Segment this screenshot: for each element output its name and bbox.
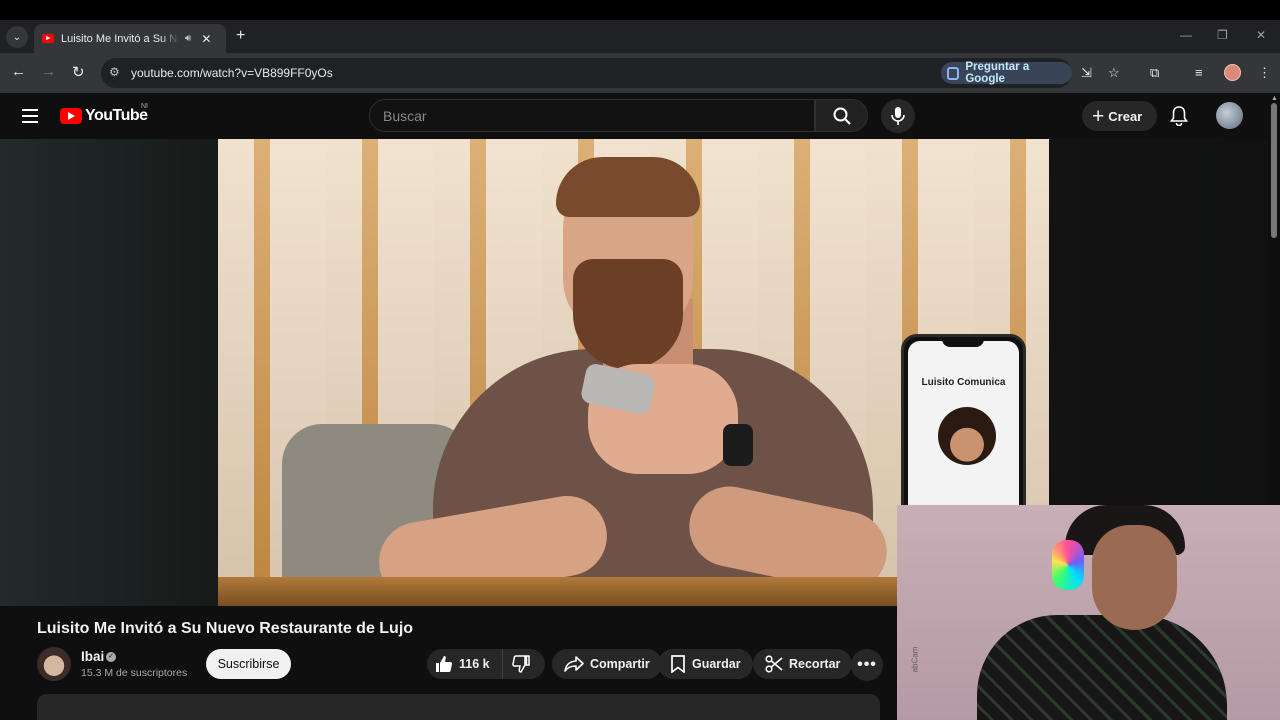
like-dislike-group: 116 k bbox=[427, 649, 545, 679]
create-label: Crear bbox=[1108, 108, 1143, 124]
tab-close-icon[interactable]: ✕ bbox=[201, 32, 211, 46]
search-box bbox=[369, 99, 815, 132]
video-title: Luisito Me Invitó a Su Nuevo Restaurante… bbox=[37, 620, 414, 637]
youtube-logo-text: YouTube bbox=[85, 107, 148, 124]
window-close-icon[interactable]: ✕ bbox=[1256, 28, 1266, 42]
minimize-icon[interactable]: — bbox=[1180, 28, 1192, 42]
site-info-icon[interactable]: ⚙ bbox=[109, 65, 120, 79]
like-button[interactable]: 116 k bbox=[427, 649, 503, 679]
channel-avatar[interactable] bbox=[37, 647, 71, 681]
subscribe-button[interactable]: Suscribirse bbox=[206, 649, 291, 679]
video-info-section: Luisito Me Invitó a Su Nuevo Restaurante… bbox=[0, 606, 897, 720]
browser-tab-strip: ⌄ Luisito Me Invitó a Su Nuevo Restauran… bbox=[0, 20, 1280, 53]
address-bar[interactable]: ⚙ youtube.com/watch?v=VB899FF0yOs Pregun… bbox=[101, 58, 1120, 88]
caller-avatar bbox=[938, 407, 996, 465]
microphone-icon bbox=[891, 107, 905, 125]
url-text[interactable]: youtube.com/watch?v=VB899FF0yOs bbox=[131, 66, 333, 80]
scissors-icon bbox=[765, 655, 783, 673]
webcam-watermark: abCam bbox=[910, 646, 920, 673]
screen-top-border bbox=[0, 0, 1280, 20]
forward-arrow-icon[interactable]: → bbox=[41, 63, 56, 80]
youtube-header: YouTube NI + Crear bbox=[0, 93, 1268, 139]
share-label: Compartir bbox=[590, 657, 650, 671]
rgb-headset-icon bbox=[1052, 540, 1084, 590]
voice-search-button[interactable] bbox=[881, 99, 915, 133]
description-box[interactable] bbox=[37, 694, 880, 720]
caller-name: Luisito Comunica bbox=[921, 377, 1006, 388]
save-button[interactable]: Guardar bbox=[658, 649, 753, 679]
thumbs-up-icon bbox=[436, 656, 453, 672]
streamer-face bbox=[1092, 525, 1177, 630]
country-code: NI bbox=[141, 103, 148, 110]
subscriber-count: 15.3 M de suscriptores bbox=[81, 667, 188, 679]
account-avatar[interactable] bbox=[1216, 102, 1243, 129]
browser-tab-active[interactable]: Luisito Me Invitó a Su Nuevo Restaurante… bbox=[34, 24, 226, 53]
share-button[interactable]: Compartir bbox=[552, 649, 662, 679]
webcam-overlay: abCam bbox=[897, 505, 1280, 720]
youtube-logo[interactable]: YouTube NI bbox=[60, 103, 148, 125]
tab-search-chevron-icon[interactable]: ⌄ bbox=[6, 26, 28, 48]
plus-icon: + bbox=[1092, 104, 1105, 128]
search-input[interactable] bbox=[370, 100, 814, 131]
extensions-icon[interactable]: ⧉ bbox=[1150, 65, 1159, 81]
speaker-icon[interactable]: 🔊︎ bbox=[185, 33, 191, 44]
search-button[interactable] bbox=[815, 99, 868, 132]
ask-google-label: Preguntar a Google bbox=[965, 61, 1030, 85]
clip-label: Recortar bbox=[789, 657, 841, 671]
media-queue-icon[interactable]: ≡ bbox=[1195, 65, 1203, 80]
clip-button[interactable]: Recortar bbox=[753, 649, 853, 679]
dislike-button[interactable] bbox=[503, 649, 545, 679]
save-label: Guardar bbox=[692, 657, 741, 671]
profile-avatar[interactable] bbox=[1224, 64, 1241, 81]
youtube-favicon-icon bbox=[42, 34, 54, 43]
scroll-up-icon[interactable]: ▲ bbox=[1271, 95, 1278, 102]
thumbs-down-icon bbox=[512, 655, 530, 673]
ask-google-button[interactable]: Preguntar a Google bbox=[941, 61, 1072, 85]
restore-icon[interactable]: ❐ bbox=[1217, 28, 1228, 42]
verified-check-icon: ✓ bbox=[106, 652, 116, 662]
more-actions-icon[interactable]: ••• bbox=[851, 649, 883, 681]
install-app-icon[interactable]: ⇲ bbox=[1081, 65, 1092, 81]
like-count: 116 k bbox=[459, 657, 490, 671]
notifications-bell-icon[interactable] bbox=[1170, 106, 1188, 131]
back-arrow-icon[interactable]: ← bbox=[11, 63, 26, 80]
scrollbar-thumb[interactable] bbox=[1271, 103, 1277, 238]
lens-icon bbox=[947, 66, 960, 80]
browser-toolbar: ← → ↻ ⚙ youtube.com/watch?v=VB899FF0yOs … bbox=[0, 53, 1280, 93]
bookmark-star-icon[interactable]: ☆ bbox=[1108, 65, 1120, 81]
share-arrow-icon bbox=[564, 656, 584, 672]
browser-menu-icon[interactable]: ⋮ bbox=[1258, 65, 1271, 81]
menu-hamburger-icon[interactable] bbox=[22, 109, 38, 127]
tab-title: Luisito Me Invitó a Su Nuevo Restaurante… bbox=[61, 32, 179, 45]
smartwatch bbox=[723, 424, 753, 466]
new-tab-plus-icon[interactable]: + bbox=[236, 27, 245, 45]
channel-name[interactable]: Ibai bbox=[81, 649, 104, 664]
search-icon bbox=[833, 107, 851, 125]
bookmark-icon bbox=[671, 655, 685, 673]
youtube-play-logo-icon bbox=[60, 108, 82, 124]
streamer-shirt bbox=[977, 615, 1227, 720]
reload-icon[interactable]: ↻ bbox=[72, 63, 85, 81]
create-button[interactable]: + Crear bbox=[1082, 101, 1157, 131]
